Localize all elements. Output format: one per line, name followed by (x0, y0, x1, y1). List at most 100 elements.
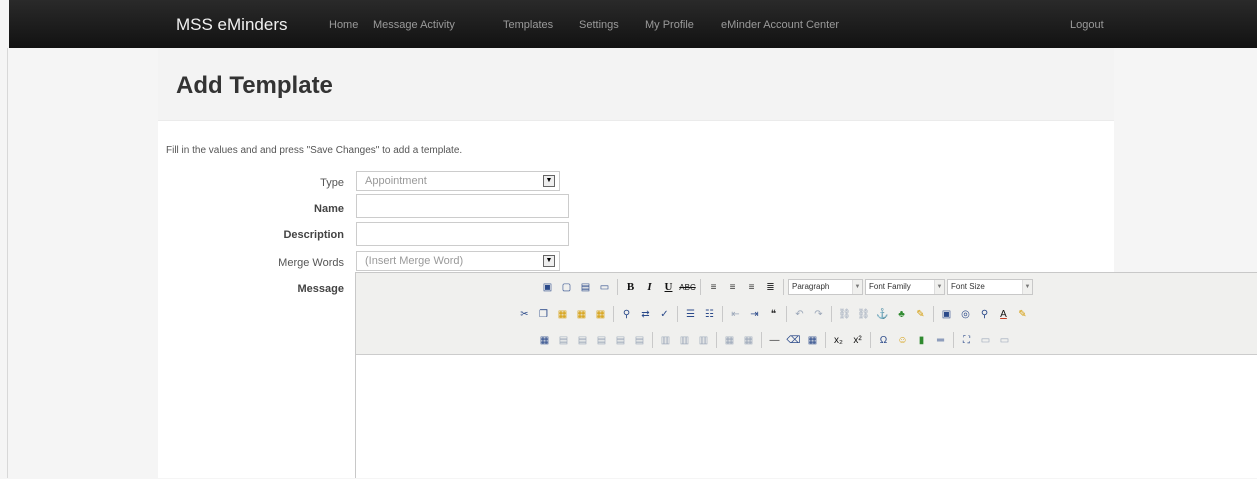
zoom-icon[interactable]: ⚲ (976, 306, 993, 323)
merge-words-select-value: (Insert Merge Word) (365, 255, 464, 267)
insert-col-after-icon[interactable]: ▥ (676, 332, 693, 349)
special-char-icon[interactable]: Ω (875, 332, 892, 349)
background-color-icon[interactable]: ✎ (1014, 306, 1031, 323)
insert-row-after-icon[interactable]: ▤ (612, 332, 629, 349)
copy-icon[interactable]: ❐ (535, 306, 552, 323)
nav-my-profile[interactable]: My Profile (645, 19, 694, 31)
outdent-icon[interactable]: ⇤ (727, 306, 744, 323)
layer-icon[interactable]: ▭ (977, 332, 994, 349)
superscript-icon[interactable]: x² (849, 332, 866, 349)
anchor-icon[interactable]: ⚓ (874, 306, 891, 323)
new-document-icon[interactable]: ▢ (558, 279, 575, 296)
emoticon-icon[interactable]: ☺ (894, 332, 911, 349)
remove-format-icon[interactable]: ⌫ (785, 332, 802, 349)
paste-text-icon[interactable]: ▦ (573, 306, 590, 323)
toolbar-separator (716, 332, 717, 348)
instructions-text: Fill in the values and and press "Save C… (166, 145, 463, 156)
fullscreen-icon[interactable]: ⛶ (958, 332, 975, 349)
nav-settings[interactable]: Settings (579, 19, 619, 31)
cleanup-icon[interactable]: ✎ (912, 306, 929, 323)
toolbar-separator (825, 332, 826, 348)
toolbar-separator (831, 306, 832, 322)
font-family-select[interactable]: Font Family ▼ (865, 279, 945, 295)
toolbar-row-1: ▣ ▢ ▤ ▭ B I U ABC ≡ ≡ ≡ ≣ Paragraph ▼ Fon… (539, 277, 1033, 297)
split-cells-icon[interactable]: ▦ (721, 332, 738, 349)
description-input[interactable] (356, 222, 569, 246)
italic-icon[interactable]: I (641, 279, 658, 296)
format-select[interactable]: Paragraph ▼ (788, 279, 863, 295)
logout-link[interactable]: Logout (1070, 19, 1104, 31)
delete-row-icon[interactable]: ▤ (631, 332, 648, 349)
toolbar-separator (933, 306, 934, 322)
nav-home[interactable]: Home (329, 19, 358, 31)
name-input[interactable] (356, 194, 569, 218)
paste-icon[interactable]: ▦ (554, 306, 571, 323)
toolbar-separator (677, 306, 678, 322)
chevron-down-icon: ▼ (543, 255, 555, 267)
toolbar-separator (722, 306, 723, 322)
insert-row-before-icon[interactable]: ▤ (593, 332, 610, 349)
layer-forward-icon[interactable]: ▭ (996, 332, 1013, 349)
text-color-icon[interactable]: A (995, 306, 1012, 323)
visual-aid-icon[interactable]: ▦ (804, 332, 821, 349)
paste-word-icon[interactable]: ▦ (592, 306, 609, 323)
nav-templates[interactable]: Templates (503, 19, 553, 31)
font-family-select-value: Font Family (869, 282, 911, 291)
unlink-icon[interactable]: ⛓ (855, 306, 872, 323)
toolbar-row-2: ✂ ❐ ▦ ▦ ▦ ⚲ ⇄ ✓ ☰ ☷ ⇤ ⇥ ❝ ↶ ↷ ⛓ ⛓ ⚓ ♣ ✎ (516, 304, 1031, 324)
underline-icon[interactable]: U (660, 279, 677, 296)
delete-col-icon[interactable]: ▥ (695, 332, 712, 349)
font-size-select[interactable]: Font Size ▼ (947, 279, 1033, 295)
nav-account-center[interactable]: eMinder Account Center (721, 19, 839, 31)
row-properties-icon[interactable]: ▤ (555, 332, 572, 349)
undo-icon[interactable]: ↶ (791, 306, 808, 323)
insert-col-before-icon[interactable]: ▥ (657, 332, 674, 349)
toolbar-separator (613, 306, 614, 322)
link-icon[interactable]: ⛓ (836, 306, 853, 323)
page-title: Add Template (176, 72, 333, 99)
blockquote-icon[interactable]: ❝ (765, 306, 782, 323)
spellcheck-icon[interactable]: ✓ (656, 306, 673, 323)
toolbar-separator (870, 332, 871, 348)
templates-icon[interactable]: ▤ (577, 279, 594, 296)
numbered-list-icon[interactable]: ☷ (701, 306, 718, 323)
align-right-icon[interactable]: ≡ (743, 279, 760, 296)
preview-icon[interactable]: ◎ (957, 306, 974, 323)
merge-words-select[interactable]: (Insert Merge Word) ▼ (356, 251, 560, 271)
indent-icon[interactable]: ⇥ (746, 306, 763, 323)
align-center-icon[interactable]: ≡ (724, 279, 741, 296)
insert-hr-icon[interactable]: ═ (932, 332, 949, 349)
strikethrough-icon[interactable]: ABC (679, 279, 696, 296)
message-editor[interactable]: ▣ ▢ ▤ ▭ B I U ABC ≡ ≡ ≡ ≣ Paragraph ▼ Fon… (355, 272, 1257, 478)
save-icon[interactable]: ▣ (539, 279, 556, 296)
cell-properties-icon[interactable]: ▤ (574, 332, 591, 349)
merge-words-label: Merge Words (278, 257, 344, 269)
type-select[interactable]: Appointment ▼ (356, 171, 560, 191)
align-left-icon[interactable]: ≡ (705, 279, 722, 296)
html-source-icon[interactable]: ▣ (938, 306, 955, 323)
type-select-value: Appointment (365, 175, 427, 187)
editor-content-area[interactable] (356, 355, 1257, 479)
replace-icon[interactable]: ⇄ (637, 306, 654, 323)
name-label: Name (314, 203, 344, 215)
table-insert-icon[interactable]: ▦ (536, 332, 553, 349)
toolbar-separator (700, 279, 701, 295)
redo-icon[interactable]: ↷ (810, 306, 827, 323)
find-icon[interactable]: ⚲ (618, 306, 635, 323)
bullet-list-icon[interactable]: ☰ (682, 306, 699, 323)
cut-icon[interactable]: ✂ (516, 306, 533, 323)
page-left-border (7, 48, 8, 478)
page-break-icon[interactable]: ▭ (596, 279, 613, 296)
nav-message-activity[interactable]: Message Activity (373, 19, 455, 31)
chevron-down-icon: ▼ (934, 280, 944, 294)
format-select-value: Paragraph (792, 282, 830, 291)
merge-cells-icon[interactable]: ▦ (740, 332, 757, 349)
align-justify-icon[interactable]: ≣ (762, 279, 779, 296)
subscript-icon[interactable]: x₂ (830, 332, 847, 349)
media-icon[interactable]: ▮ (913, 332, 930, 349)
brand-link[interactable]: MSS eMinders (176, 15, 287, 35)
image-icon[interactable]: ♣ (893, 306, 910, 323)
font-size-select-value: Font Size (951, 282, 985, 291)
bold-icon[interactable]: B (622, 279, 639, 296)
horizontal-rule-icon[interactable]: — (766, 332, 783, 349)
